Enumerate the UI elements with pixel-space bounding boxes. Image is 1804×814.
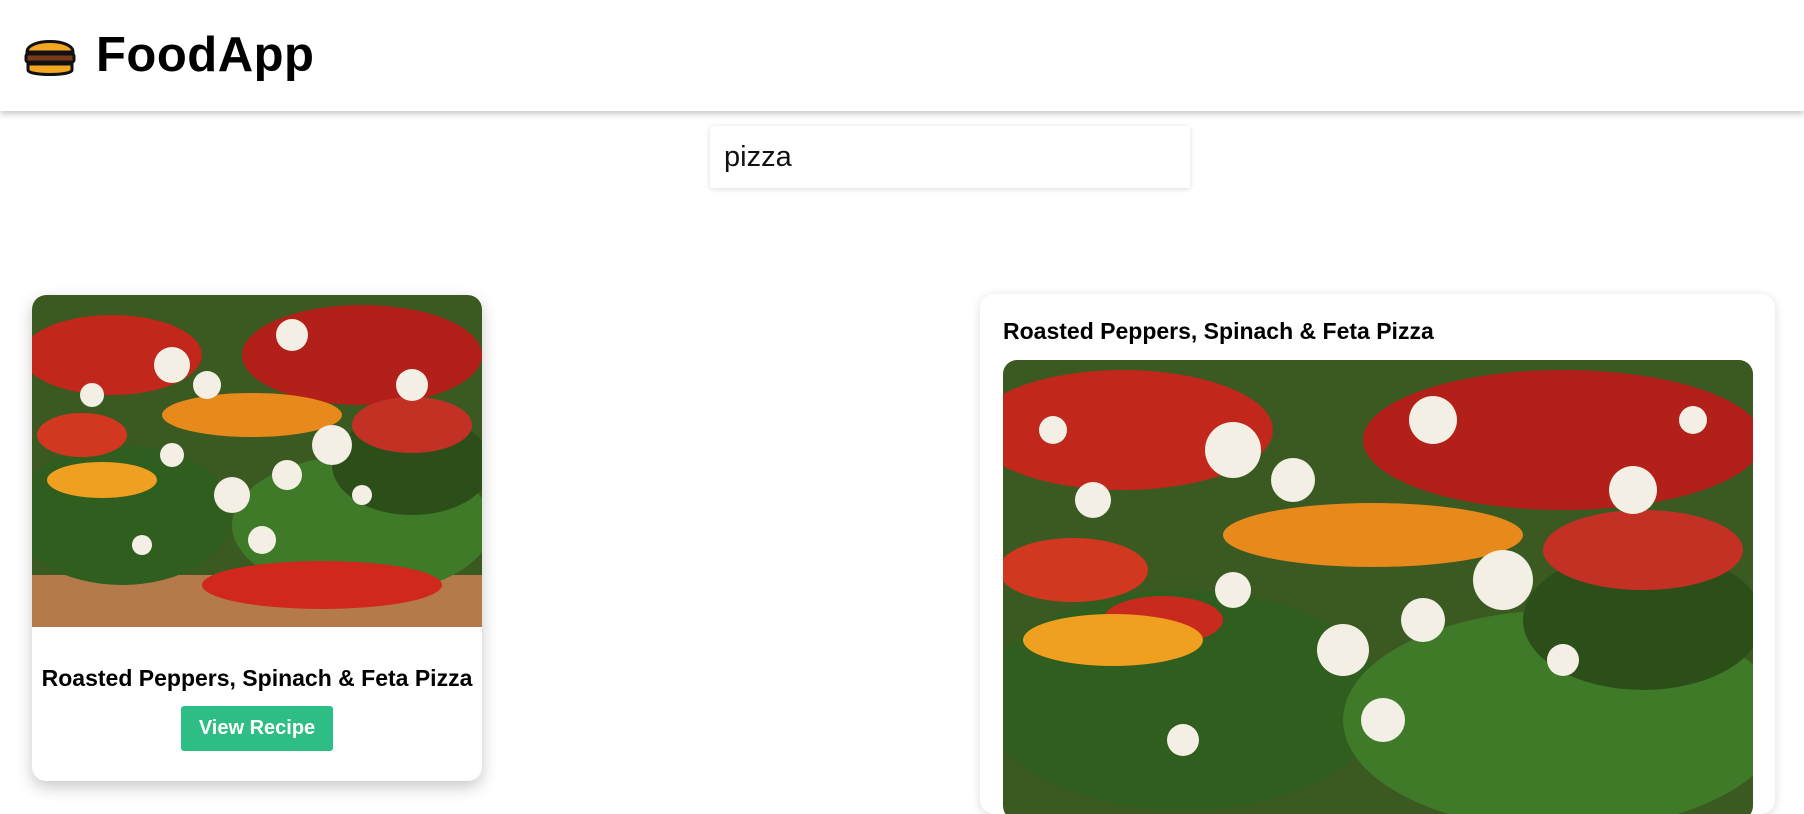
- search-input[interactable]: [710, 126, 1190, 188]
- pizza-photo: [32, 295, 482, 627]
- recipe-detail-image: [1003, 360, 1753, 814]
- view-recipe-button[interactable]: View Recipe: [181, 706, 333, 751]
- app-title: FoodApp: [96, 27, 315, 82]
- burger-icon: [24, 39, 76, 76]
- search-box: [710, 126, 1190, 188]
- recipe-card-image: [32, 295, 482, 627]
- recipe-detail-panel: Roasted Peppers, Spinach & Feta Pizza: [980, 294, 1775, 814]
- recipe-detail-title: Roasted Peppers, Spinach & Feta Pizza: [1003, 318, 1434, 344]
- app-header: FoodApp: [0, 0, 1804, 111]
- pizza-photo: [1003, 360, 1753, 814]
- recipe-card[interactable]: Roasted Peppers, Spinach & Feta Pizza Vi…: [32, 295, 482, 781]
- recipe-card-title: Roasted Peppers, Spinach & Feta Pizza: [41, 665, 473, 691]
